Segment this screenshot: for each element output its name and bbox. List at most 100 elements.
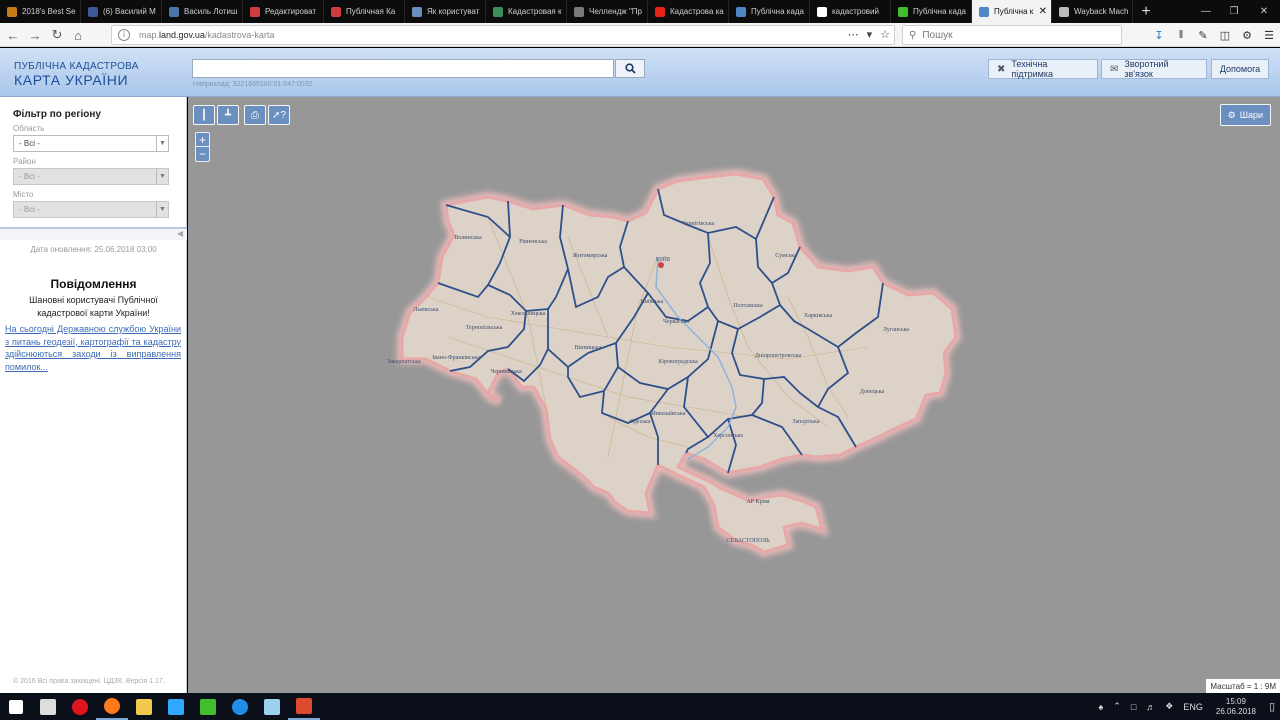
raion-select[interactable]: - Всі - ▼: [13, 168, 169, 185]
taskbar-app-glyph: [200, 698, 216, 715]
bookmark-star-icon[interactable]: ☆: [880, 28, 890, 41]
language-indicator[interactable]: ENG: [1183, 702, 1203, 712]
filter-title: Фільтр по регіону: [13, 109, 101, 120]
chevron-down-icon[interactable]: ▼: [156, 136, 168, 151]
browser-search-input[interactable]: ⚲ Пошук: [902, 25, 1122, 45]
measure-area-icon[interactable]: ┻: [217, 105, 239, 125]
measure-length-icon[interactable]: ┃: [193, 105, 215, 125]
search-hint: Наприклад: 3221655100:01:047:0032: [193, 81, 313, 88]
extension-icon[interactable]: ⚙: [1236, 25, 1258, 45]
book-icon: [7, 6, 17, 17]
browser-tab[interactable]: 2018's Best Sel: [0, 0, 81, 23]
z-icon: [898, 6, 908, 17]
help-button[interactable]: Допомога: [1211, 59, 1269, 79]
navigation-bar: ← → ↻ ⌂ i map.land.gov.ua/kadastrova-kar…: [0, 23, 1280, 47]
dropbox-icon[interactable]: ❖: [1165, 701, 1173, 712]
browser-tab[interactable]: Василь Лотиш: [162, 0, 243, 23]
browser-tab[interactable]: Редактироват: [243, 0, 324, 23]
site-logo-line1[interactable]: ПУБЛІЧНА КАДАСТРОВА: [14, 61, 139, 72]
firefox-icon[interactable]: [96, 693, 128, 720]
info-icon[interactable]: i: [118, 29, 130, 41]
ukraine-map[interactable]: Волинська Рівненська Житомирська Чернігівсь…: [188, 97, 1280, 693]
browser-tab[interactable]: Кадастрова ка: [648, 0, 729, 23]
map-label-vinnytsia: Вінницька: [575, 345, 602, 351]
collapse-arrow-icon[interactable]: ◀: [177, 229, 183, 238]
sidebar-icon[interactable]: ◫: [1214, 25, 1236, 45]
feedback-button[interactable]: ✉ Зворотний зв'язок: [1101, 59, 1207, 79]
download-icon[interactable]: ↧: [1148, 25, 1170, 45]
camtasia-icon[interactable]: [192, 693, 224, 720]
identify-icon[interactable]: ➚?: [268, 105, 290, 125]
browser-tab[interactable]: Публічная Ка: [324, 0, 405, 23]
vk-icon: [169, 6, 179, 17]
back-icon[interactable]: ←: [3, 25, 23, 45]
browser-tab[interactable]: Публічна када: [729, 0, 810, 23]
people-icon[interactable]: ♠: [1099, 702, 1104, 712]
snagit-icon[interactable]: [288, 693, 320, 720]
map-label-donetsk: Донецька: [860, 389, 885, 395]
browser-tab[interactable]: Публічна када: [891, 0, 972, 23]
browser-tab[interactable]: Челлендж "Пр: [567, 0, 648, 23]
system-tray: ♠ ⌃ □ ♬ ❖ ENG 15:09 26.06.2018 ▯: [1094, 693, 1280, 720]
opera-icon[interactable]: [64, 693, 96, 720]
menu-icon[interactable]: ☰: [1258, 25, 1280, 45]
volume-icon[interactable]: ♬: [1146, 702, 1155, 712]
cadastral-search-input[interactable]: [192, 59, 614, 78]
map-label-poltava: Полтавська: [733, 303, 763, 309]
windows-taskbar: ♠ ⌃ □ ♬ ❖ ENG 15:09 26.06.2018 ▯: [0, 693, 1280, 720]
site-logo-line2[interactable]: КАРТА УКРАЇНИ: [14, 72, 128, 88]
url-bar[interactable]: i map.land.gov.ua/kadastrova-karta ⋯ ▾ ☆: [111, 25, 895, 45]
home-icon[interactable]: ⌂: [68, 25, 88, 45]
kyiv-marker[interactable]: [658, 262, 664, 268]
layers-label: Шари: [1239, 110, 1263, 120]
filter-collapse-bar[interactable]: ◀: [0, 227, 187, 240]
map-icon: [493, 6, 503, 17]
forward-icon[interactable]: →: [25, 25, 45, 45]
close-window-icon[interactable]: ✕: [1248, 0, 1280, 23]
page-actions-icon[interactable]: ⋯: [848, 28, 859, 41]
browser-tab-bar: 2018's Best Sel (6) Василий М Василь Лотиш…: [0, 0, 1280, 23]
youtube-icon: [655, 6, 665, 17]
map-label-zhytomyr: Житомирська: [573, 253, 608, 259]
new-tab-button[interactable]: +: [1133, 0, 1159, 23]
close-tab-icon[interactable]: ✕: [1039, 6, 1047, 17]
zoom-out-button[interactable]: −: [196, 147, 209, 161]
app-icon[interactable]: [256, 693, 288, 720]
print-icon[interactable]: ⎙: [244, 105, 266, 125]
cadastral-search-button[interactable]: [615, 59, 645, 78]
browser-tab[interactable]: Як користуват: [405, 0, 486, 23]
task-view-icon[interactable]: [32, 693, 64, 720]
city-select[interactable]: - Всі - ▼: [13, 201, 169, 218]
facebook-icon: [88, 6, 98, 17]
notice-link[interactable]: На сьогодні Державною службою України з …: [5, 323, 181, 373]
library-icon[interactable]: ‖: [1170, 25, 1192, 45]
browser-tab[interactable]: (6) Василий М: [81, 0, 162, 23]
oblast-select[interactable]: - Всі - ▼: [13, 135, 169, 152]
support-button[interactable]: ✖ Технічна підтримка: [988, 59, 1098, 79]
map-label-kherson: Херсонська: [713, 433, 743, 439]
edge-icon[interactable]: [224, 693, 256, 720]
tab-title: Публічна к: [994, 7, 1034, 16]
browser-tab[interactable]: Кадастровая к: [486, 0, 567, 23]
map-viewport[interactable]: Волинська Рівненська Житомирська Чернігівсь…: [188, 97, 1280, 693]
network-icon[interactable]: □: [1131, 702, 1136, 712]
maximize-icon[interactable]: ❐: [1218, 0, 1250, 23]
chat-icon: [574, 6, 584, 17]
photoshop-icon[interactable]: [160, 693, 192, 720]
notifications-icon[interactable]: ▯: [1269, 700, 1275, 713]
zoom-in-button[interactable]: +: [196, 133, 209, 147]
browser-tab[interactable]: кадастровий: [810, 0, 891, 23]
browser-tab[interactable]: Wayback Mach: [1052, 0, 1133, 23]
clock[interactable]: 15:09 26.06.2018: [1216, 697, 1256, 717]
chevron-up-icon[interactable]: ⌃: [1113, 701, 1121, 712]
browser-tab[interactable]: Публічна к ✕: [972, 0, 1052, 23]
city-label: Місто: [13, 190, 34, 199]
reload-icon[interactable]: ↻: [47, 25, 67, 45]
layers-button[interactable]: ⚙ Шари: [1219, 104, 1271, 126]
windows-start-icon[interactable]: [0, 693, 32, 720]
pocket-icon[interactable]: ▾: [867, 28, 873, 41]
file-explorer-icon[interactable]: [128, 693, 160, 720]
map-label-dnipro: Дніпропетровська: [755, 353, 802, 359]
map-label-zaporizhzhia: Запорізька: [792, 419, 819, 425]
pen-icon[interactable]: ✎: [1192, 25, 1214, 45]
